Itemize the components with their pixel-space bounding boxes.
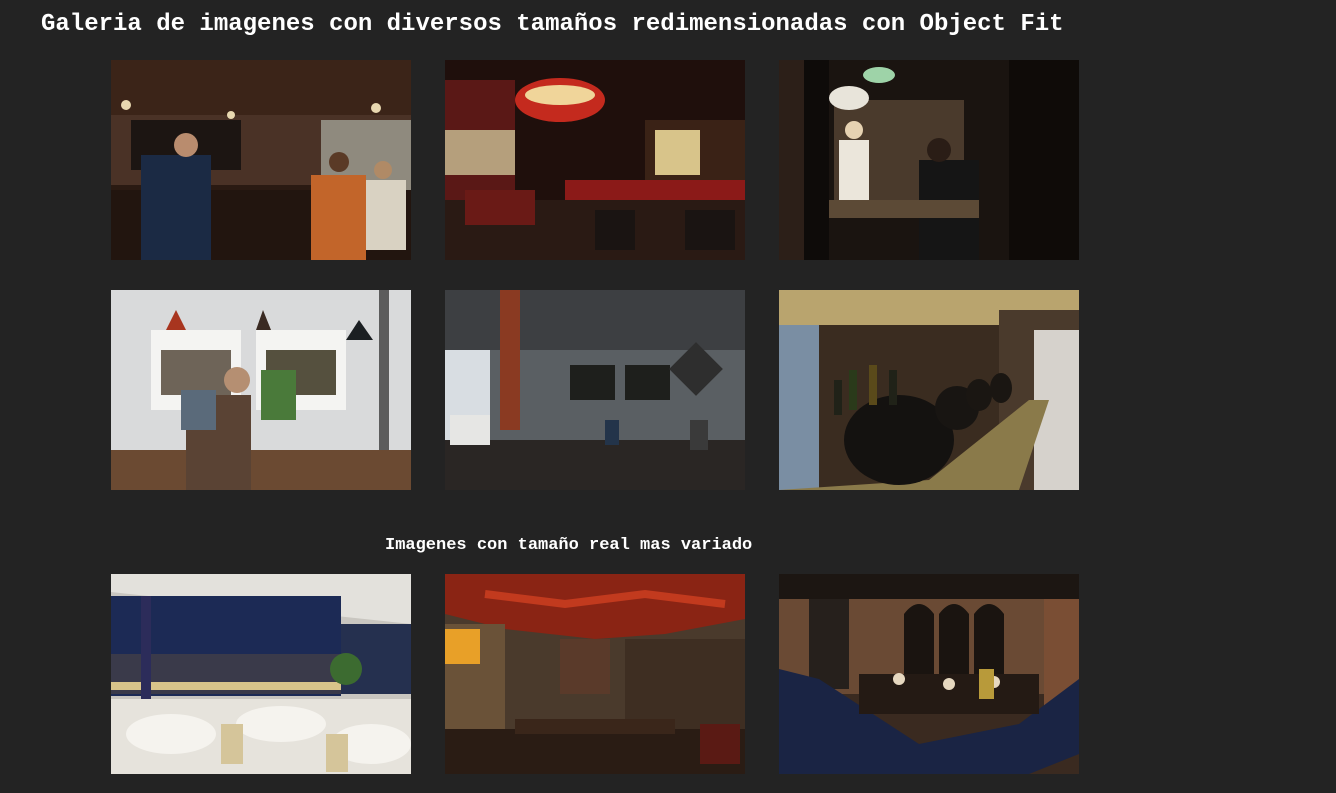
brick-arches-restaurant-image xyxy=(779,574,1079,774)
red-ceiling-restaurant-image xyxy=(445,574,745,774)
cafe-window-diners-image xyxy=(111,290,411,490)
image-gallery-bottom xyxy=(111,574,1079,774)
page-title: Galeria de imagenes con diversos tamaños… xyxy=(41,11,1064,38)
bar-interior-crowd-image xyxy=(111,60,411,260)
section-subtitle: Imagenes con tamaño real mas variado xyxy=(385,536,753,555)
counter-chefs-image xyxy=(779,60,1079,260)
beer-taps-bar-image xyxy=(779,290,1079,490)
chandelier-lounge-image xyxy=(445,60,745,260)
coffee-shop-image xyxy=(445,290,745,490)
seaside-dining-hall-image xyxy=(111,574,411,774)
image-gallery-top xyxy=(111,60,1079,490)
